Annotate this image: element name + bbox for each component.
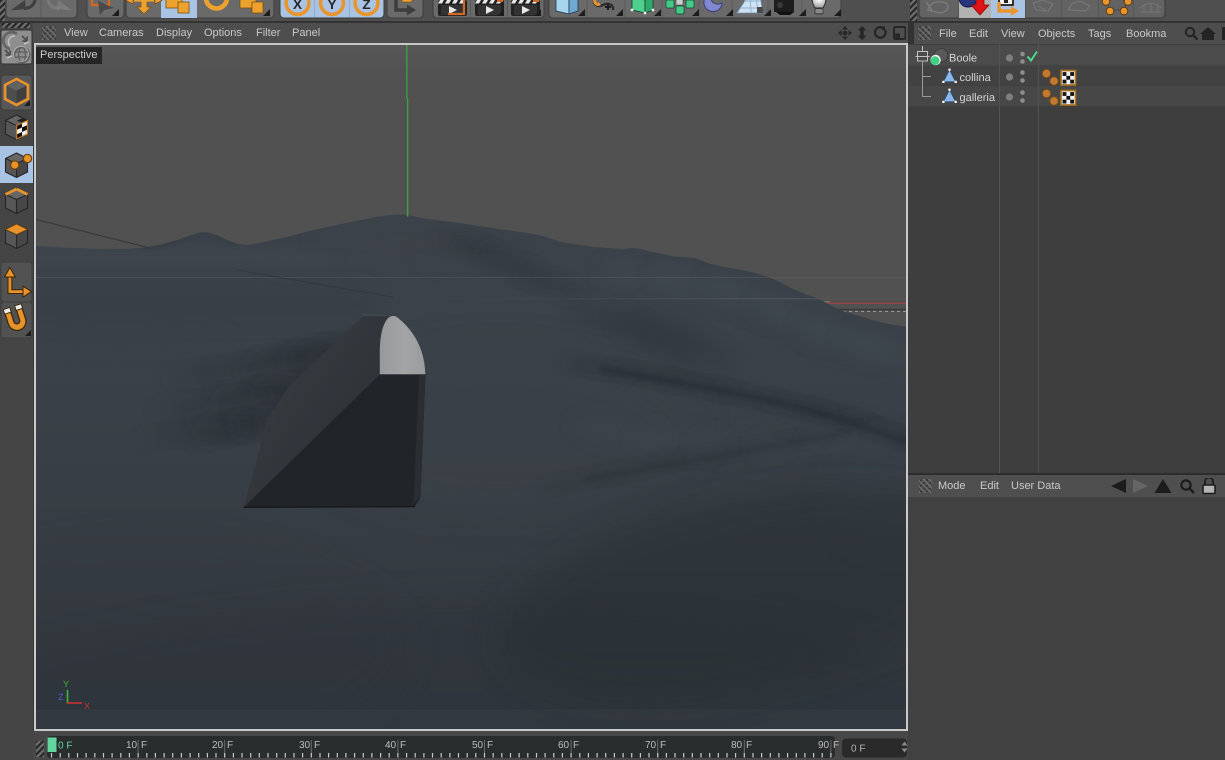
svg-text:60: 60 — [558, 740, 570, 751]
svg-text:Y: Y — [327, 0, 336, 12]
svg-text:F: F — [141, 740, 147, 751]
svg-text:collina: collina — [960, 72, 992, 84]
svg-text:F: F — [660, 740, 666, 751]
svg-text:F: F — [746, 740, 752, 751]
svg-text:Boole: Boole — [949, 53, 977, 65]
svg-text:Z: Z — [58, 692, 64, 702]
svg-text:50: 50 — [472, 740, 484, 751]
svg-text:0 F: 0 F — [851, 744, 865, 755]
svg-text:30: 30 — [299, 740, 311, 751]
svg-text:40: 40 — [385, 740, 397, 751]
svg-text:F: F — [573, 740, 579, 751]
svg-text:F: F — [314, 740, 320, 751]
svg-text:90: 90 — [818, 740, 830, 751]
svg-text:galleria: galleria — [960, 92, 996, 104]
svg-text:0 F: 0 F — [58, 741, 72, 752]
svg-text:80: 80 — [731, 740, 743, 751]
svg-text:F: F — [833, 740, 839, 751]
svg-text:10: 10 — [126, 740, 138, 751]
svg-text:X: X — [84, 701, 90, 711]
svg-text:F: F — [400, 740, 406, 751]
svg-text:20: 20 — [212, 740, 224, 751]
svg-text:70: 70 — [645, 740, 657, 751]
svg-text:F: F — [487, 740, 493, 751]
svg-text:Y: Y — [63, 679, 69, 689]
svg-text:X: X — [293, 0, 302, 12]
svg-text:F: F — [227, 740, 233, 751]
svg-text:Z: Z — [362, 0, 370, 12]
